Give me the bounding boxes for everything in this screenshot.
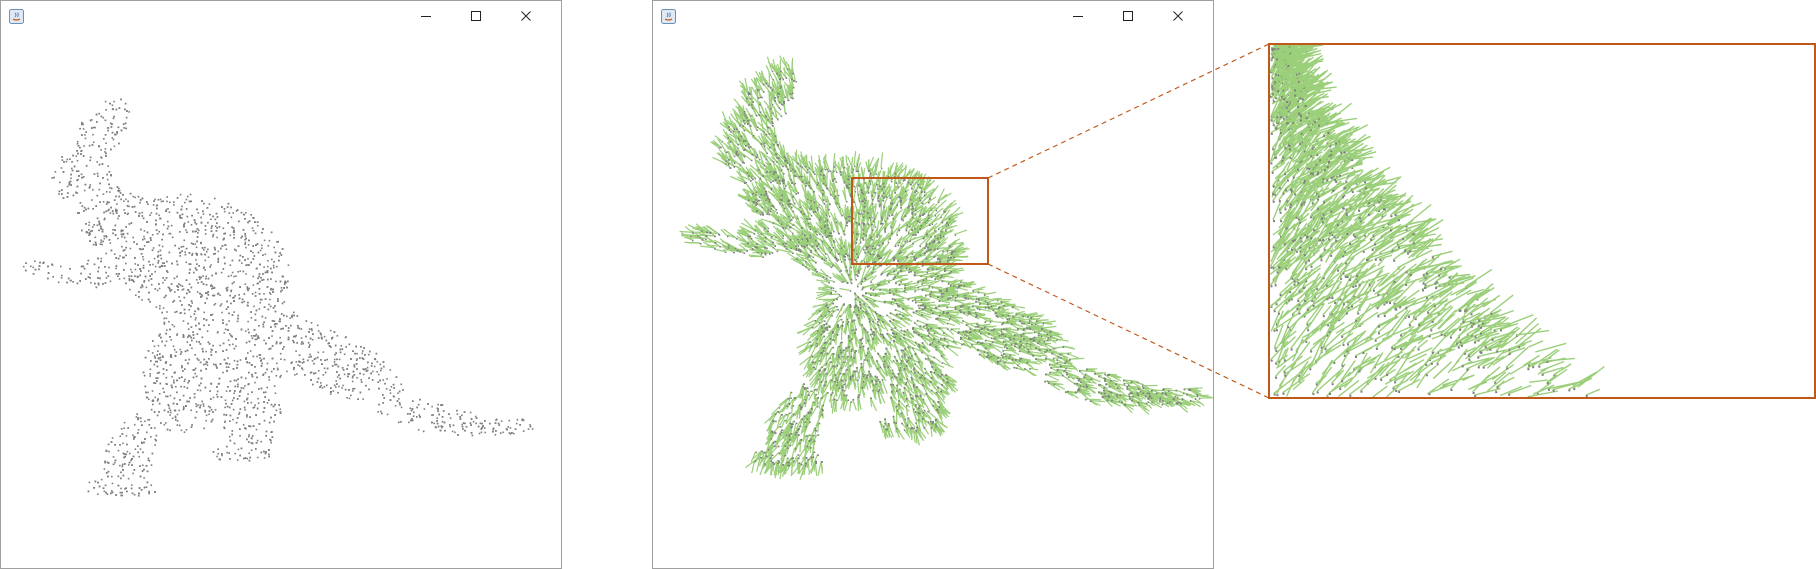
maximize-button[interactable]	[1105, 1, 1151, 31]
close-icon	[1173, 11, 1183, 21]
minimize-button[interactable]	[1055, 1, 1101, 31]
point-cloud-canvas[interactable]	[1, 31, 561, 568]
window-left	[0, 0, 562, 569]
titlebar[interactable]	[1, 1, 561, 31]
titlebar[interactable]	[653, 1, 1213, 31]
zoom-inset-content	[1269, 44, 1605, 399]
minimize-icon	[1073, 16, 1083, 17]
maximize-button[interactable]	[453, 1, 499, 31]
minimize-button[interactable]	[403, 1, 449, 31]
minimize-icon	[421, 16, 431, 17]
maximize-icon	[471, 11, 481, 21]
dinosaur-point-cloud	[22, 98, 534, 497]
zoom-inset-frame	[1268, 43, 1816, 399]
java-app-icon[interactable]	[661, 9, 676, 24]
java-app-icon[interactable]	[9, 9, 24, 24]
dinosaur-point-cloud-with-normals	[679, 55, 1213, 480]
normals-canvas[interactable]	[653, 31, 1213, 568]
close-button[interactable]	[1155, 1, 1201, 31]
close-icon	[521, 11, 531, 21]
point-cloud-points	[22, 98, 534, 497]
maximize-icon	[1123, 11, 1133, 21]
close-button[interactable]	[503, 1, 549, 31]
normal-vectors	[679, 55, 1213, 480]
window-right	[652, 0, 1214, 569]
